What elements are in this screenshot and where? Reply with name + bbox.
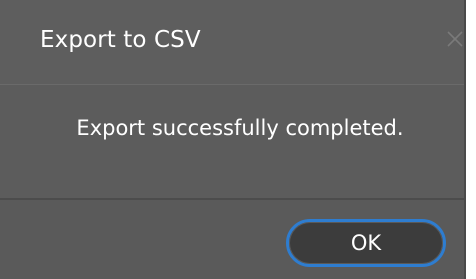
- export-dialog: Export to CSV Export successfully comple…: [0, 0, 466, 279]
- dialog-titlebar: Export to CSV: [0, 0, 464, 84]
- dialog-message: Export successfully completed.: [76, 116, 404, 140]
- ok-button[interactable]: OK: [286, 219, 446, 267]
- title-divider: [0, 84, 464, 85]
- dialog-title: Export to CSV: [40, 27, 201, 53]
- close-icon[interactable]: [444, 28, 466, 50]
